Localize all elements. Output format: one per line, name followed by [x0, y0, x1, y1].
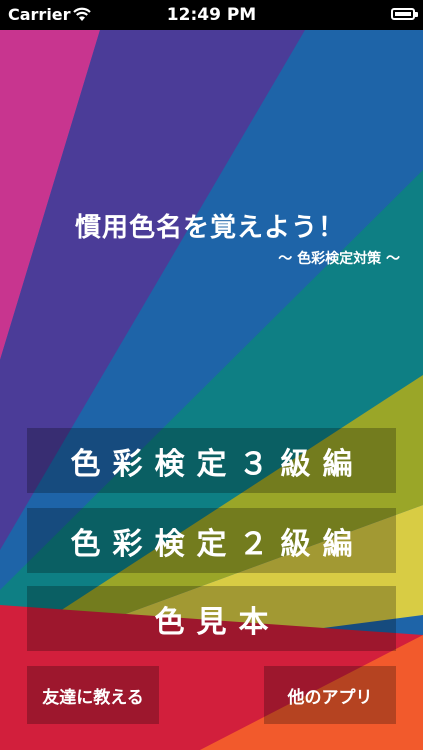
other-apps-button[interactable]: 他のアプリ [264, 666, 396, 724]
app-title: 慣用色名を覚えよう！ [74, 213, 345, 243]
grade2-label: 色彩検定２級編 [70, 526, 365, 562]
grade3-label: 色彩検定３級編 [70, 446, 365, 482]
home-screen: 慣用色名を覚えよう！ 〜 色彩検定対策 〜 色彩検定３級編 色彩検定２級編 色見… [0, 30, 423, 750]
clock: 12:49 PM [166, 5, 257, 25]
battery-icon [391, 8, 418, 20]
app-subtitle: 〜 色彩検定対策 〜 [278, 251, 400, 267]
status-bar: Carrier 12:49 PM [0, 0, 423, 30]
grade2-button[interactable]: 色彩検定２級編 [27, 508, 396, 573]
color-samples-label: 色見本 [154, 604, 281, 640]
grade3-button[interactable]: 色彩検定３級編 [27, 428, 396, 493]
tell-friend-button[interactable]: 友達に教える [27, 666, 159, 724]
color-samples-button[interactable]: 色見本 [27, 586, 396, 651]
